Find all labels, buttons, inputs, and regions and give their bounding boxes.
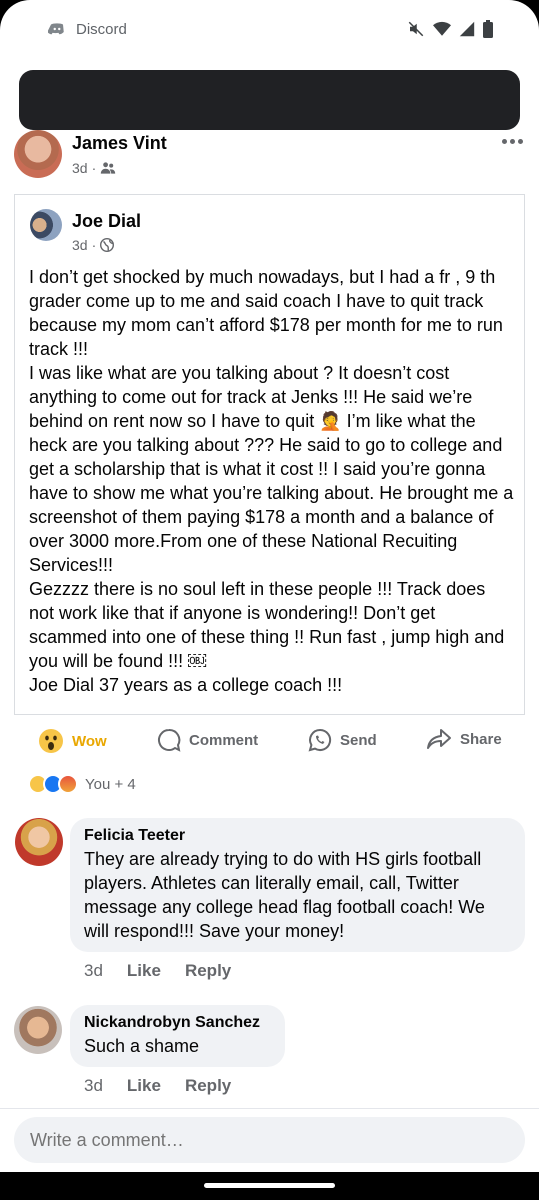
post-time[interactable]: 3d [72, 160, 88, 176]
post-author[interactable]: James Vint [72, 133, 167, 154]
comment-bubble[interactable]: Nickandrobyn Sanchez Such a shame [70, 1005, 285, 1067]
like-comment-button[interactable]: Like [127, 961, 161, 981]
mute-icon [408, 21, 424, 37]
status-bar: Discord [0, 0, 539, 60]
post-meta: 3d · [72, 160, 116, 176]
send-label: Send [340, 731, 377, 749]
signal-icon [459, 21, 475, 37]
wow-reaction-button[interactable]: Wow [38, 728, 107, 754]
battery-icon [483, 20, 493, 38]
like-comment-button[interactable]: Like [127, 1076, 161, 1096]
post-header: James Vint 3d · [14, 130, 525, 182]
reply-comment-button[interactable]: Reply [185, 961, 231, 981]
comment-label: Comment [189, 731, 259, 749]
comment-button[interactable]: Comment [157, 728, 258, 752]
share-icon [427, 729, 451, 749]
status-icons [407, 20, 493, 38]
comment-text: Such a shame [84, 1036, 200, 1056]
meta-separator: · [91, 160, 97, 176]
comment-bubble[interactable]: Felicia Teeter They are already trying t… [70, 818, 525, 952]
wifi-icon [433, 21, 451, 36]
whatsapp-icon [308, 728, 332, 752]
angry-reaction-icon [58, 774, 78, 794]
comment-author[interactable]: Nickandrobyn Sanchez [84, 1014, 271, 1032]
shared-post[interactable]: Joe Dial 3d · I don’t get shocked by muc… [14, 194, 525, 715]
reply-comment-button[interactable]: Reply [185, 1076, 231, 1096]
shared-time[interactable]: 3d [72, 237, 88, 253]
gesture-nav-handle[interactable] [204, 1183, 335, 1188]
share-button[interactable]: Share [426, 728, 502, 750]
friends-icon [101, 162, 116, 174]
comment-meta: 3d Like Reply [84, 961, 255, 981]
comment-time: 3d [84, 961, 103, 980]
avatar[interactable] [14, 1006, 62, 1054]
avatar[interactable] [15, 818, 63, 866]
comment-author[interactable]: Felicia Teeter [84, 827, 511, 845]
status-app-name: Discord [76, 20, 127, 38]
globe-icon [100, 238, 115, 252]
more-options-button[interactable] [499, 134, 525, 148]
more-dot [509, 138, 515, 144]
shared-author[interactable]: Joe Dial [72, 211, 141, 232]
notification-banner[interactable] [19, 70, 520, 130]
comment-meta: 3d Like Reply [84, 1076, 255, 1096]
wow-label: Wow [72, 732, 107, 750]
screen: Discord James Vint 3d · Joe Dial 3d · I … [0, 0, 539, 1172]
comment-input[interactable] [14, 1117, 525, 1163]
divider [0, 1108, 539, 1109]
comment-icon [158, 728, 181, 752]
meta-separator: · [91, 237, 97, 253]
share-label: Share [460, 730, 502, 748]
wow-icon [39, 729, 63, 753]
avatar[interactable] [30, 209, 62, 241]
comment-text: They are already trying to do with HS gi… [84, 849, 485, 941]
send-button[interactable]: Send [308, 728, 377, 752]
action-bar: Wow Comment Send Share [14, 722, 525, 762]
shared-meta: 3d · [72, 237, 115, 253]
more-dot [501, 138, 507, 144]
reaction-count: You + 4 [85, 775, 136, 793]
comment-time: 3d [84, 1076, 103, 1095]
more-dot [517, 138, 523, 144]
avatar[interactable] [14, 130, 62, 178]
discord-icon [48, 23, 64, 35]
status-app: Discord [48, 20, 127, 38]
post-text: I don’t get shocked by much nowadays, bu… [29, 267, 514, 695]
reactions-summary[interactable]: You + 4 [28, 772, 136, 796]
